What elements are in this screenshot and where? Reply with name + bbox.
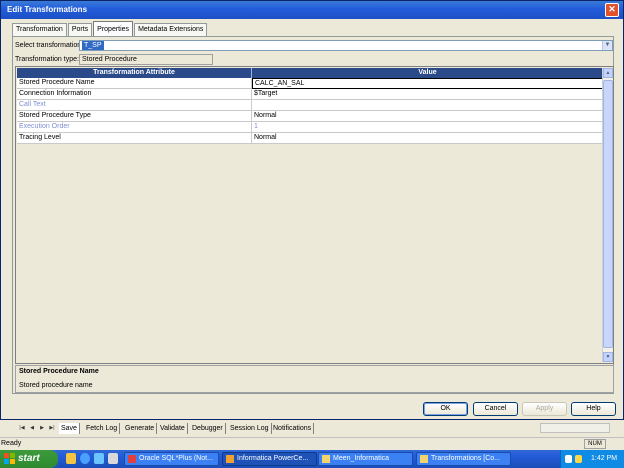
attribute-cell: Tracing Level bbox=[17, 133, 252, 144]
select-transformation-dropdown[interactable]: T_SP ▼ bbox=[79, 40, 613, 51]
select-transformation-value: T_SP bbox=[82, 41, 104, 50]
last-tab-icon[interactable]: ▶| bbox=[48, 424, 56, 433]
tab-session-log[interactable]: Session Log bbox=[228, 423, 272, 434]
status-text: Ready bbox=[1, 440, 22, 447]
volume-icon[interactable] bbox=[575, 455, 582, 463]
dialog-title: Edit Transformations bbox=[7, 5, 88, 14]
tab-strip: Transformation Ports Properties Metadata… bbox=[12, 21, 208, 36]
task-label: Transformations [Co... bbox=[431, 455, 500, 462]
attribute-cell: Call Text bbox=[17, 100, 252, 111]
quicklaunch-ie-icon[interactable] bbox=[80, 453, 90, 464]
table-row[interactable]: Connection Information $Target bbox=[17, 89, 604, 100]
header-attribute[interactable]: Transformation Attribute bbox=[17, 68, 252, 78]
tab-debugger[interactable]: Debugger bbox=[190, 423, 226, 434]
apply-button[interactable]: Apply bbox=[522, 402, 567, 416]
task-folder[interactable]: Meen_Informatica bbox=[318, 452, 413, 466]
status-bar: Ready NUM bbox=[0, 437, 624, 449]
quicklaunch-desktop-icon[interactable] bbox=[94, 453, 104, 464]
next-tab-icon[interactable]: ▶ bbox=[38, 424, 46, 433]
table-row[interactable]: Tracing Level Normal bbox=[17, 133, 604, 144]
scroll-up-icon[interactable]: ▲ bbox=[603, 68, 613, 78]
grid-body: Stored Procedure Name CALC_AN_SAL Connec… bbox=[17, 78, 604, 144]
description-panel: Stored Procedure Name Stored procedure n… bbox=[15, 365, 614, 393]
table-row[interactable]: Call Text bbox=[17, 100, 604, 111]
attribute-cell: Stored Procedure Name bbox=[17, 78, 252, 89]
tab-generate[interactable]: Generate bbox=[123, 423, 158, 434]
task-label: Meen_Informatica bbox=[333, 455, 390, 462]
task-powercenter[interactable]: Informatica PowerCe... bbox=[222, 452, 317, 466]
help-button[interactable]: Help bbox=[571, 402, 616, 416]
output-horizontal-scrollbar[interactable] bbox=[540, 423, 610, 433]
start-button[interactable]: start bbox=[0, 450, 58, 468]
table-row[interactable]: Stored Procedure Name CALC_AN_SAL bbox=[17, 78, 604, 89]
dialog-titlebar[interactable]: Edit Transformations ✕ bbox=[1, 1, 623, 19]
clock: 1:42 PM bbox=[591, 455, 618, 462]
scrollbar-thumb[interactable] bbox=[603, 80, 613, 348]
folder-icon bbox=[322, 455, 330, 463]
table-row[interactable]: Stored Procedure Type Normal bbox=[17, 111, 604, 122]
output-tab-strip: |◀ ◀ ▶ ▶| Save Fetch Log Generate Valida… bbox=[0, 423, 624, 435]
scroll-down-icon[interactable]: ▼ bbox=[603, 352, 613, 362]
tab-validate[interactable]: Validate bbox=[158, 423, 188, 434]
attribute-cell: Stored Procedure Type bbox=[17, 111, 252, 122]
task-transformations[interactable]: Transformations [Co... bbox=[416, 452, 511, 466]
header-value[interactable]: Value bbox=[252, 68, 604, 78]
description-text: Stored procedure name bbox=[19, 382, 93, 389]
grid-header: Transformation Attribute Value bbox=[17, 68, 604, 78]
value-cell[interactable] bbox=[252, 100, 604, 111]
value-cell[interactable]: 1 bbox=[252, 122, 604, 133]
task-label: Oracle SQL*Plus (Not... bbox=[139, 455, 213, 462]
value-cell[interactable]: CALC_AN_SAL bbox=[252, 78, 604, 89]
tab-transformation[interactable]: Transformation bbox=[12, 23, 67, 36]
tab-properties[interactable]: Properties bbox=[93, 21, 134, 36]
ok-button[interactable]: OK bbox=[423, 402, 468, 416]
task-label: Informatica PowerCe... bbox=[237, 455, 309, 462]
cancel-button[interactable]: Cancel bbox=[473, 402, 518, 416]
oracle-icon bbox=[128, 455, 136, 463]
num-lock-indicator: NUM bbox=[584, 439, 606, 449]
close-icon: ✕ bbox=[608, 4, 616, 14]
taskbar: start Oracle SQL*Plus (Not... Informatic… bbox=[0, 450, 624, 468]
network-icon[interactable] bbox=[565, 455, 572, 463]
prev-tab-icon[interactable]: ◀ bbox=[28, 424, 36, 433]
transformation-type-label: Transformation type: bbox=[15, 56, 79, 63]
transformation-type-value: Stored Procedure bbox=[79, 54, 213, 65]
tab-notifications[interactable]: Notifications bbox=[271, 423, 315, 434]
description-title: Stored Procedure Name bbox=[19, 368, 99, 375]
value-cell[interactable]: Normal bbox=[252, 133, 604, 144]
value-cell[interactable]: $Target bbox=[252, 89, 604, 100]
quicklaunch-app-icon[interactable] bbox=[108, 453, 118, 464]
tab-fetch-log[interactable]: Fetch Log bbox=[84, 423, 121, 434]
informatica-icon bbox=[226, 455, 234, 463]
attribute-cell: Connection Information bbox=[17, 89, 252, 100]
table-row[interactable]: Execution Order 1 bbox=[17, 122, 604, 133]
tab-save[interactable]: Save bbox=[59, 423, 80, 434]
close-button[interactable]: ✕ bbox=[605, 3, 619, 17]
start-label: start bbox=[18, 453, 40, 464]
tab-metadata-extensions[interactable]: Metadata Extensions bbox=[134, 23, 208, 36]
value-cell[interactable]: Normal bbox=[252, 111, 604, 122]
quicklaunch-user-icon[interactable] bbox=[66, 453, 76, 464]
first-tab-icon[interactable]: |◀ bbox=[18, 424, 26, 433]
tab-ports[interactable]: Ports bbox=[67, 23, 93, 36]
task-sqlplus[interactable]: Oracle SQL*Plus (Not... bbox=[124, 452, 219, 466]
grid-vertical-scrollbar[interactable]: ▲ ▼ bbox=[602, 68, 613, 362]
system-tray: 1:42 PM bbox=[560, 450, 624, 468]
properties-grid: Transformation Attribute Value Stored Pr… bbox=[15, 66, 614, 364]
document-icon bbox=[420, 455, 428, 463]
attribute-cell: Execution Order bbox=[17, 122, 252, 133]
chevron-down-icon[interactable]: ▼ bbox=[602, 41, 612, 50]
windows-flag-icon bbox=[4, 453, 15, 464]
select-transformation-label: Select transformation: bbox=[15, 42, 84, 49]
edit-transformations-dialog: Edit Transformations ✕ Transformation Po… bbox=[0, 0, 624, 420]
